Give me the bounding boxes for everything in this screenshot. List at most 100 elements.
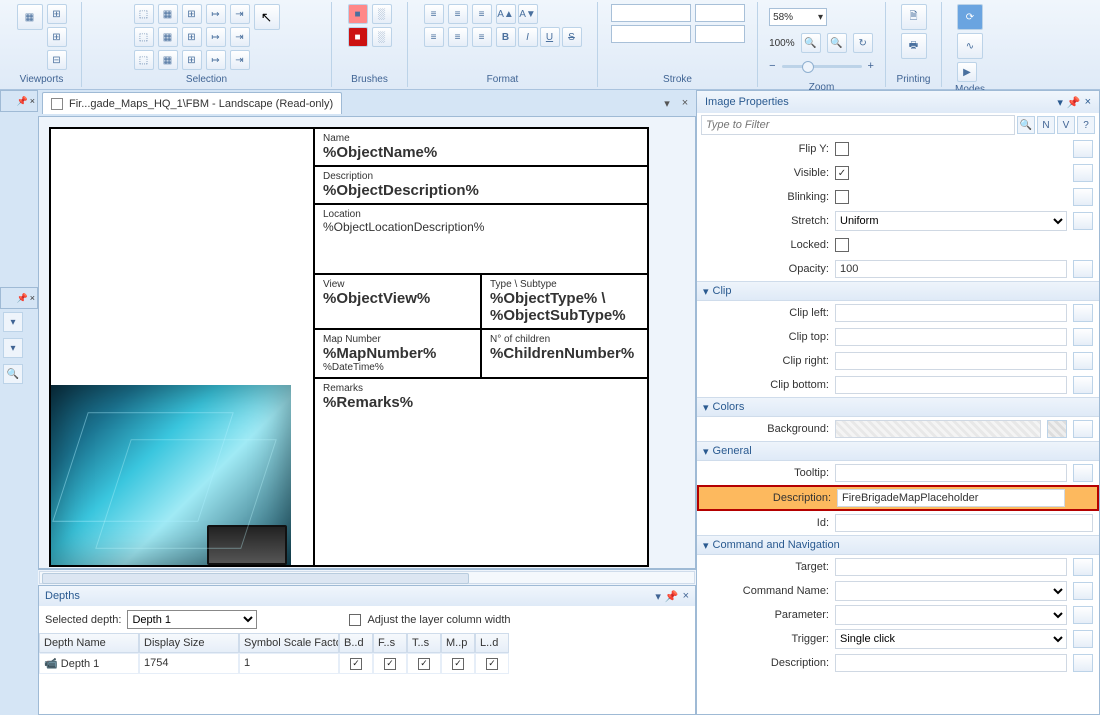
pane-tab[interactable]: 📌× xyxy=(0,90,38,112)
align-icon[interactable]: ↦ xyxy=(206,50,226,70)
flipy-checkbox[interactable] xyxy=(835,142,849,156)
swatch-button[interactable] xyxy=(1073,352,1093,370)
tooltip-input[interactable] xyxy=(835,464,1067,482)
selection-icon[interactable]: ⊞ xyxy=(182,50,202,70)
close-icon[interactable]: × xyxy=(683,590,689,603)
swatch-button[interactable] xyxy=(1073,140,1093,158)
section-header-general[interactable]: ▾General xyxy=(697,441,1099,461)
document-tab[interactable]: Fir...gade_Maps_HQ_1\FBM - Landscape (Re… xyxy=(42,92,342,114)
background-color-input[interactable] xyxy=(835,420,1041,438)
print-icon[interactable]: 🖶 xyxy=(901,33,927,59)
checkbox[interactable]: ✓ xyxy=(452,658,464,670)
align-icon[interactable]: ⇥ xyxy=(230,27,250,47)
brush-icon[interactable]: ░ xyxy=(372,27,392,47)
zoom-in-icon[interactable]: 🔍 xyxy=(801,33,821,53)
checkbox[interactable]: ✓ xyxy=(418,658,430,670)
close-icon[interactable]: × xyxy=(678,96,692,110)
swatch-button[interactable] xyxy=(1073,260,1093,278)
align-icon[interactable]: ↦ xyxy=(206,27,226,47)
section-header-clip[interactable]: ▾Clip xyxy=(697,281,1099,301)
bold-icon[interactable]: B xyxy=(496,27,516,47)
pin-icon[interactable]: 📌 xyxy=(1067,96,1081,109)
depth-row-name[interactable]: 📹 Depth 1 xyxy=(39,653,139,674)
filter-v-button[interactable]: V xyxy=(1057,116,1075,134)
align-icon[interactable]: ↦ xyxy=(206,4,226,24)
swatch-button[interactable] xyxy=(1073,558,1093,576)
underline-icon[interactable]: U xyxy=(540,27,560,47)
search-icon[interactable]: 🔍 xyxy=(3,364,23,384)
align-center-icon[interactable]: ≡ xyxy=(448,4,468,24)
dropdown-icon[interactable]: ▾ xyxy=(3,338,23,358)
stretch-select[interactable]: Uniform xyxy=(835,211,1067,231)
close-icon[interactable]: × xyxy=(1085,96,1091,109)
chevron-down-icon[interactable]: ▾ xyxy=(660,96,674,110)
swatch-button[interactable] xyxy=(1073,630,1093,648)
brush-icon[interactable]: ░ xyxy=(372,4,392,24)
print-setup-icon[interactable]: 🗎 xyxy=(901,4,927,30)
font-decrease-icon[interactable]: A▼ xyxy=(518,4,538,24)
checkbox[interactable]: ✓ xyxy=(350,658,362,670)
color-picker-button[interactable] xyxy=(1047,420,1067,438)
filter-help-button[interactable]: ? xyxy=(1077,116,1095,134)
zoom-icon[interactable]: 🔍 xyxy=(827,33,847,53)
column-header[interactable]: Display Size xyxy=(139,633,239,653)
canvas[interactable]: Name%ObjectName% Description%ObjectDescr… xyxy=(38,116,696,569)
swatch-button[interactable] xyxy=(1073,582,1093,600)
swatch-button[interactable] xyxy=(1073,304,1093,322)
section-header-command[interactable]: ▾Command and Navigation xyxy=(697,535,1099,555)
page-preview[interactable]: Name%ObjectName% Description%ObjectDescr… xyxy=(49,127,649,567)
zoom-slider[interactable] xyxy=(782,65,862,68)
id-input[interactable] xyxy=(835,514,1093,532)
blinking-checkbox[interactable] xyxy=(835,190,849,204)
brush-icon[interactable]: ■ xyxy=(348,27,368,47)
selection-icon[interactable]: ⬚ xyxy=(134,50,154,70)
align-right-icon[interactable]: ≡ xyxy=(472,27,492,47)
stroke-combo[interactable] xyxy=(695,4,745,22)
section-header-colors[interactable]: ▾Colors xyxy=(697,397,1099,417)
swatch-button[interactable] xyxy=(1073,212,1093,230)
swatch-button[interactable] xyxy=(1073,606,1093,624)
font-increase-icon[interactable]: A▲ xyxy=(496,4,516,24)
stroke-combo[interactable] xyxy=(695,25,745,43)
selection-icon[interactable]: ⬚ xyxy=(134,27,154,47)
checkbox[interactable]: ✓ xyxy=(384,658,396,670)
commandname-select[interactable] xyxy=(835,581,1067,601)
pointer-icon[interactable]: ↖ xyxy=(254,4,280,30)
pane-tab[interactable]: 📌× xyxy=(0,287,38,309)
selection-icon[interactable]: ▦ xyxy=(158,27,178,47)
strike-icon[interactable]: S xyxy=(562,27,582,47)
selection-icon[interactable]: ⬚ xyxy=(134,4,154,24)
locked-checkbox[interactable] xyxy=(835,238,849,252)
depth-row-cell[interactable]: 1 xyxy=(239,653,339,674)
filter-input[interactable] xyxy=(701,115,1015,135)
selection-icon[interactable]: ▦ xyxy=(158,4,178,24)
chevron-down-icon[interactable]: ▾ xyxy=(1057,96,1063,109)
checkbox[interactable]: ✓ xyxy=(486,658,498,670)
align-icon[interactable]: ⇥ xyxy=(230,4,250,24)
swatch-button[interactable] xyxy=(1073,328,1093,346)
align-icon[interactable]: ⇥ xyxy=(230,50,250,70)
column-header[interactable]: Depth Name xyxy=(39,633,139,653)
clip-top-input[interactable] xyxy=(835,328,1067,346)
clip-bottom-input[interactable] xyxy=(835,376,1067,394)
align-left-icon[interactable]: ≡ xyxy=(424,27,444,47)
zoom-icon[interactable]: ↻ xyxy=(853,33,873,53)
stroke-combo[interactable] xyxy=(611,4,691,22)
opacity-input[interactable]: 100 xyxy=(835,260,1067,278)
swatch-button[interactable] xyxy=(1073,654,1093,672)
filter-search-button[interactable]: 🔍 xyxy=(1017,116,1035,134)
horizontal-scrollbar[interactable] xyxy=(38,569,696,585)
selected-depth-select[interactable]: Depth 1 xyxy=(127,610,257,629)
viewport-tool[interactable]: ⊞ xyxy=(47,4,67,24)
adjust-checkbox[interactable] xyxy=(349,614,361,626)
column-header[interactable]: L..d xyxy=(475,633,509,653)
mode-icon[interactable]: ∿ xyxy=(957,33,983,59)
selection-icon[interactable]: ▦ xyxy=(158,50,178,70)
brush-icon[interactable]: ■ xyxy=(348,4,368,24)
trigger-select[interactable]: Single click xyxy=(835,629,1067,649)
zoom-combo[interactable]: 58%▾ xyxy=(769,8,827,26)
parameter-select[interactable] xyxy=(835,605,1067,625)
swatch-button[interactable] xyxy=(1073,188,1093,206)
column-header[interactable]: M..p xyxy=(441,633,475,653)
visible-checkbox[interactable]: ✓ xyxy=(835,166,849,180)
